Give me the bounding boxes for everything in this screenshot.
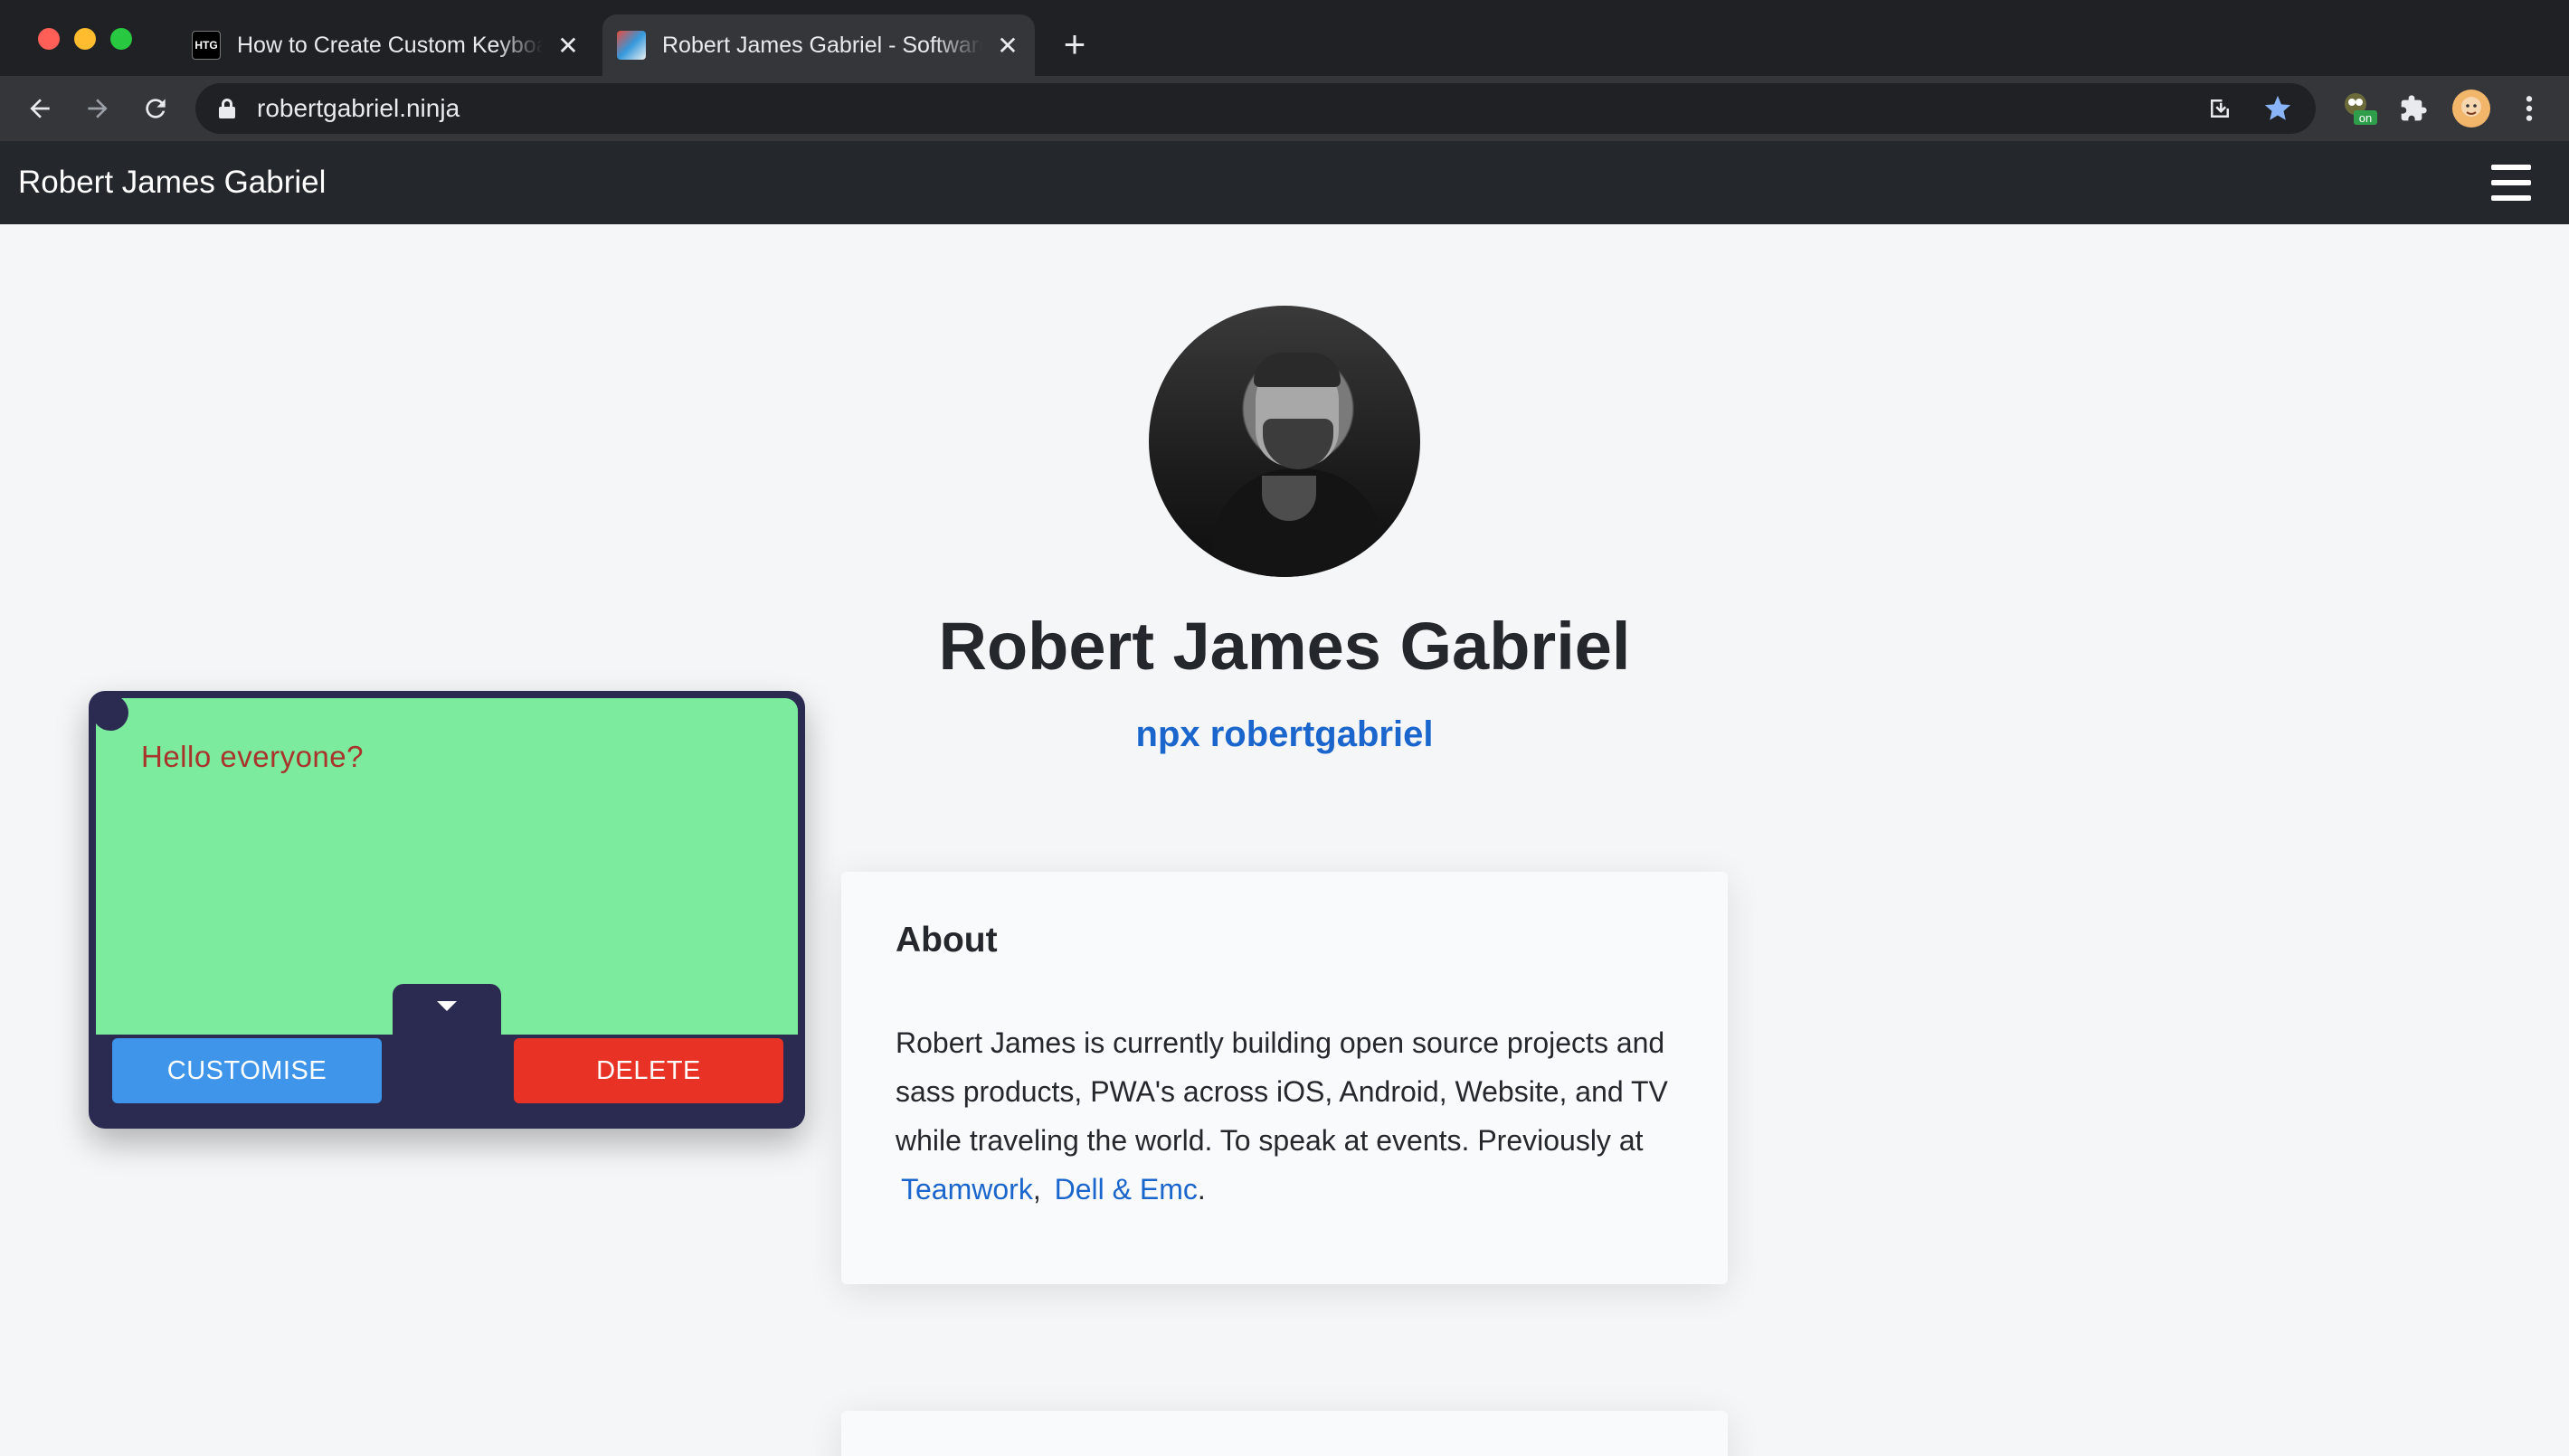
new-tab-icon[interactable]: + [1057,22,1093,67]
customise-button[interactable]: CUSTOMISE [112,1038,382,1103]
about-body: Robert James is currently building open … [896,1026,1668,1157]
window-close-button[interactable] [38,28,60,50]
browser-toolbar: robertgabriel.ninja on [0,76,2569,141]
tab-close-icon[interactable]: ✕ [552,29,584,61]
address-bar[interactable]: robertgabriel.ninja [195,83,2316,134]
teamwork-link[interactable]: Teamwork [901,1173,1033,1205]
window-minimize-button[interactable] [74,28,96,50]
browser-tab-bar: HTG How to Create Custom Keyboard Shortc… [0,0,2569,76]
site-navbar: Robert James Gabriel [0,141,2569,224]
next-card [841,1411,1728,1456]
profile-avatar-icon[interactable] [2451,89,2491,128]
bookmark-star-icon[interactable] [2258,89,2298,128]
htg-favicon-icon: HTG [192,31,221,60]
browser-tab-active[interactable]: Robert James Gabriel - Software ✕ [602,14,1035,76]
browser-tab-htg[interactable]: HTG How to Create Custom Keyboard Shortc… [177,14,595,76]
back-arrow-icon[interactable] [20,89,60,128]
about-card: About Robert James is currently building… [841,872,1728,1284]
site-title-link[interactable]: Robert James Gabriel [18,163,326,203]
about-text: Robert James is currently building open … [896,1018,1692,1214]
profile-photo [1149,306,1420,577]
about-separator: , [1032,1173,1041,1205]
dell-emc-link[interactable]: Dell & Emc [1055,1173,1198,1205]
extension-badge-text: on [2359,111,2372,125]
note-collapse-toggle[interactable] [393,984,501,1035]
sticky-note[interactable]: Hello everyone? CUSTOMISE DELETE [89,691,805,1129]
url-text[interactable]: robertgabriel.ninja [257,94,2200,123]
delete-button[interactable]: DELETE [514,1038,783,1103]
tab-title: How to Create Custom Keyboard Shortcuts [237,32,543,58]
extension-on-icon[interactable]: on [2339,89,2379,128]
note-drag-handle[interactable] [92,695,128,731]
about-heading: About [896,921,998,960]
about-end: . [1197,1173,1206,1205]
site-favicon-icon [617,31,646,60]
note-text[interactable]: Hello everyone? [141,740,364,774]
install-app-icon[interactable] [2200,89,2240,128]
caret-down-icon [437,1000,457,1011]
tab-title: Robert James Gabriel - Software [662,32,982,58]
profile-name: Robert James Gabriel [938,609,1631,684]
hamburger-menu-icon[interactable] [2491,165,2531,201]
window-maximize-button[interactable] [110,28,132,50]
reload-icon[interactable] [136,89,175,128]
browser-menu-icon[interactable] [2509,89,2549,128]
extensions-puzzle-icon[interactable] [2394,89,2433,128]
lock-icon[interactable] [219,99,235,118]
tab-close-icon[interactable]: ✕ [991,29,1024,61]
forward-arrow-icon[interactable] [78,89,118,128]
